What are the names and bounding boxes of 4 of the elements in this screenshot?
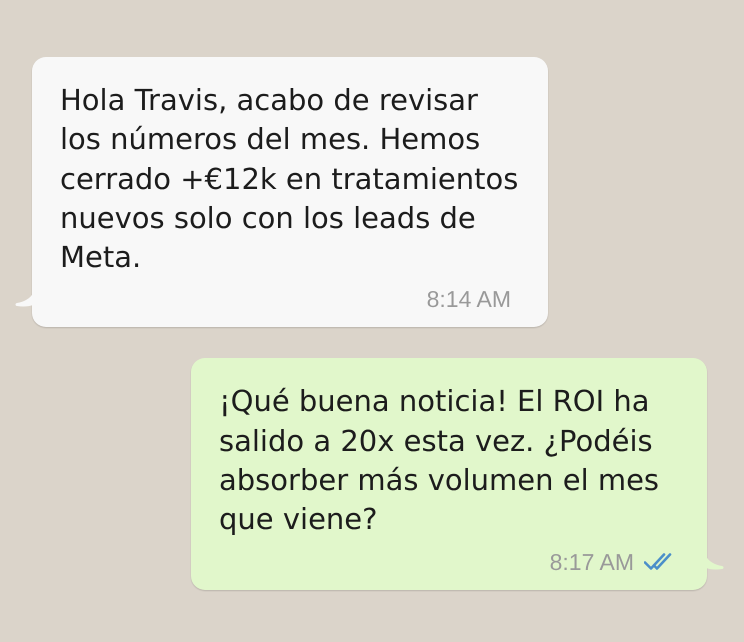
message-time: 8:14 AM bbox=[426, 286, 511, 312]
message-text: ¡Qué buena noticia! El ROI ha salido a 20x esta vez. ¿Podéis absorber más volumen el mes que viene? bbox=[219, 383, 660, 538]
message-text: Hola Travis, acabo de revisar los números del mes. Hemos cerrado +€12k en tratamientos nuevos solo con los leads de Meta. bbox=[60, 82, 520, 276]
message-time: 8:17 AM bbox=[550, 548, 634, 575]
